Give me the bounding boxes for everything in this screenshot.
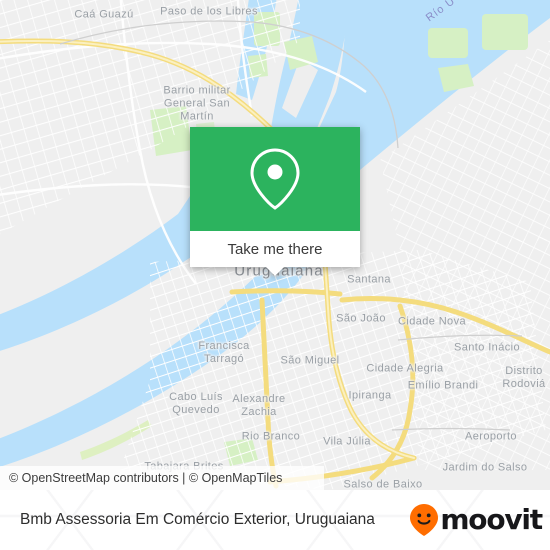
moovit-station-map-page: Caá Guazú Paso de los Libres Barrio mili… bbox=[0, 0, 550, 550]
moovit-smiley-pin-icon bbox=[410, 504, 439, 536]
map-pin-icon bbox=[250, 148, 300, 210]
moovit-logo[interactable]: moovit bbox=[409, 503, 543, 537]
map-canvas[interactable]: Caá Guazú Paso de los Libres Barrio mili… bbox=[0, 0, 550, 490]
location-popup-card[interactable]: Take me there bbox=[190, 127, 360, 276]
footer-bar: Bmb Assessoria Em Comércio Exterior, Uru… bbox=[0, 490, 550, 550]
moovit-wordmark: moovit bbox=[440, 503, 543, 536]
page-title: Bmb Assessoria Em Comércio Exterior, Uru… bbox=[20, 511, 375, 528]
take-me-there-button[interactable]: Take me there bbox=[190, 231, 360, 267]
map-attribution-text: © OpenStreetMap contributors | © OpenMap… bbox=[9, 471, 283, 485]
take-me-there-label: Take me there bbox=[227, 240, 323, 258]
popup-header bbox=[190, 127, 360, 231]
popup-tail-arrow bbox=[266, 267, 284, 276]
map-attribution-bar[interactable]: © OpenStreetMap contributors | © OpenMap… bbox=[0, 466, 324, 490]
